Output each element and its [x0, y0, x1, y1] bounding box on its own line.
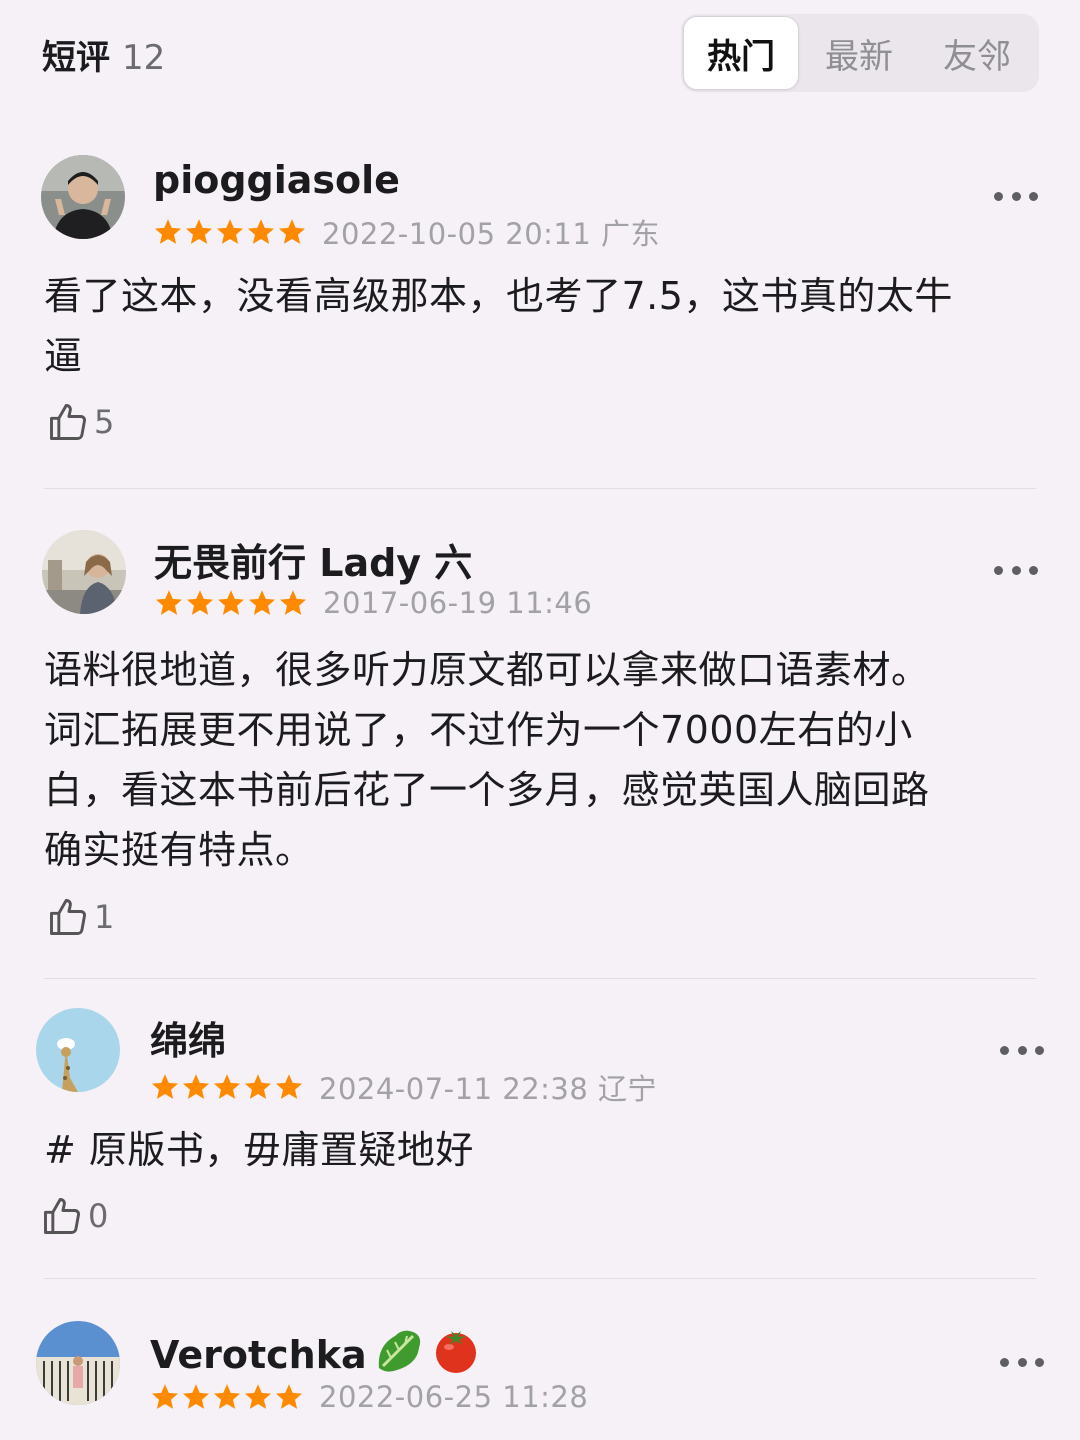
like-button[interactable]: 5	[46, 400, 114, 444]
review-content-line: 白，看这本书前后花了一个多月，感觉英国人脑回路	[44, 768, 930, 812]
star-icon	[276, 1384, 302, 1409]
review-content-line: 看了这本，没看高级那本，也考了7.5，这书真的太牛	[44, 274, 953, 318]
star-icon	[249, 590, 275, 615]
thumbs-up-icon	[44, 1198, 80, 1234]
tab-friends[interactable]: 友邻	[919, 16, 1035, 90]
star-icon	[214, 1384, 240, 1409]
star-icon	[279, 219, 305, 244]
like-count: 0	[88, 1197, 109, 1235]
thumbs-up-icon	[50, 899, 86, 935]
like-count: 1	[94, 898, 115, 936]
username[interactable]: Verotchka	[150, 1323, 483, 1386]
star-rating	[150, 1382, 305, 1412]
section-title: 短评	[42, 38, 110, 78]
divider	[44, 488, 1036, 489]
divider	[44, 1278, 1036, 1279]
avatar[interactable]	[41, 155, 125, 239]
star-icon	[217, 219, 243, 244]
star-rating	[153, 217, 308, 247]
review-meta: 2024-07-11 22:38 辽宁	[150, 1066, 657, 1108]
review-content-line: 逼	[44, 334, 83, 378]
lettuce-emoji-icon	[373, 1324, 425, 1385]
like-count: 5	[94, 403, 115, 441]
comments-header: 短评 12	[42, 30, 165, 79]
divider	[44, 978, 1036, 979]
avatar[interactable]	[36, 1008, 120, 1092]
star-icon	[214, 1074, 240, 1099]
review-content-line: 词汇拓展更不用说了，不过作为一个7000左右的小	[44, 708, 913, 752]
tab-latest[interactable]: 最新	[799, 16, 919, 90]
tomato-emoji-icon	[429, 1323, 483, 1386]
star-icon	[187, 590, 213, 615]
review-date-location: 2022-10-05 20:11 广东	[322, 217, 661, 251]
review-date-location: 2024-07-11 22:38 辽宁	[319, 1072, 658, 1106]
star-icon	[245, 1384, 271, 1409]
review-content-line: # 原版书，毋庸置疑地好	[44, 1128, 474, 1172]
avatar[interactable]	[36, 1321, 120, 1405]
star-icon	[155, 219, 181, 244]
review-content-line: 语料很地道，很多听力原文都可以拿来做口语素材。	[44, 648, 930, 692]
more-options-icon[interactable]	[994, 560, 1038, 580]
star-icon	[276, 1074, 302, 1099]
like-button[interactable]: 0	[40, 1194, 108, 1238]
username[interactable]: 无畏前行 Lady 六	[154, 532, 472, 587]
review-content-line: 确实挺有特点。	[44, 828, 314, 872]
review-meta: 2017-06-19 11:46	[154, 586, 592, 620]
star-icon	[152, 1074, 178, 1099]
star-icon	[183, 1384, 209, 1409]
star-icon	[186, 219, 212, 244]
username[interactable]: 绵绵	[150, 1010, 226, 1065]
star-icon	[245, 1074, 271, 1099]
like-button[interactable]: 1	[46, 895, 114, 939]
avatar[interactable]	[42, 530, 126, 614]
review-date: 2022-06-25 11:28	[319, 1380, 589, 1414]
review-meta: 2022-06-25 11:28	[150, 1380, 588, 1414]
star-rating	[150, 1072, 305, 1102]
username-text: Verotchka	[150, 1332, 367, 1377]
sort-segmented-control: 热门 最新 友邻	[681, 14, 1039, 92]
tab-hot[interactable]: 热门	[683, 16, 799, 90]
star-icon	[218, 590, 244, 615]
more-options-icon[interactable]	[1000, 1040, 1044, 1060]
username[interactable]: pioggiasole	[153, 158, 400, 202]
star-icon	[183, 1074, 209, 1099]
more-options-icon[interactable]	[994, 186, 1038, 206]
review-content: 看了这本，没看高级那本，也考了7.5，这书真的太牛 逼	[44, 266, 1044, 386]
comment-count: 12	[122, 38, 166, 78]
star-icon	[248, 219, 274, 244]
review-date: 2017-06-19 11:46	[323, 586, 593, 620]
more-options-icon[interactable]	[1000, 1352, 1044, 1372]
review-content: 语料很地道，很多听力原文都可以拿来做口语素材。 词汇拓展更不用说了，不过作为一个…	[44, 640, 1044, 880]
thumbs-up-icon	[50, 404, 86, 440]
star-icon	[152, 1384, 178, 1409]
review-content: # 原版书，毋庸置疑地好	[44, 1120, 1044, 1180]
star-rating	[154, 588, 309, 618]
review-meta: 2022-10-05 20:11 广东	[153, 211, 660, 253]
star-icon	[280, 590, 306, 615]
star-icon	[156, 590, 182, 615]
